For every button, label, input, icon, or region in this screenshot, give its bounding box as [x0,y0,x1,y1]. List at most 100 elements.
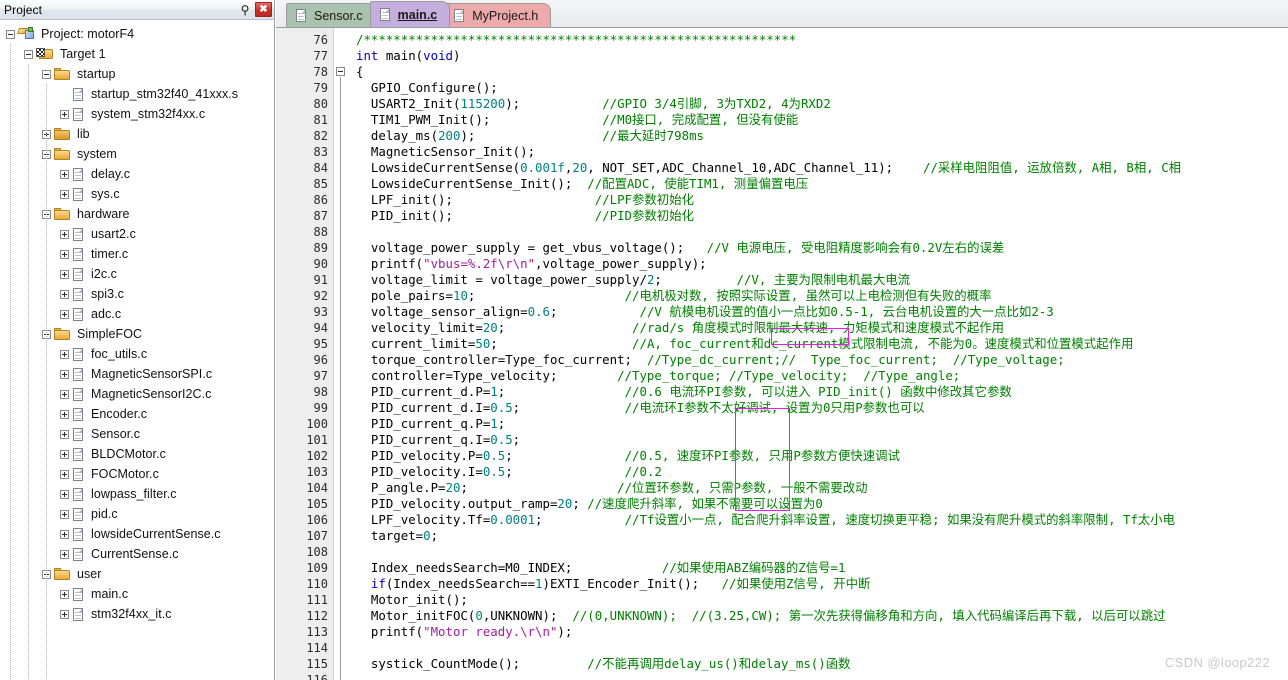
code-fold-column[interactable] [334,28,350,680]
fold-cell [334,240,350,256]
expand-icon[interactable] [60,589,69,599]
code-token: ; [430,528,439,543]
tree-node[interactable]: pid.c [0,504,274,524]
editor-tab[interactable]: Sensor.c [286,3,376,27]
code-token: LowsideCurrentSense( [356,160,521,175]
expand-icon[interactable] [60,169,69,179]
code-token: ); [460,128,603,143]
tree-node[interactable]: lowpass_filter.c [0,484,274,504]
tree-node[interactable]: lowsideCurrentSense.c [0,524,274,544]
expand-icon[interactable] [60,449,69,459]
line-number: 108 [306,545,328,559]
expand-icon[interactable] [60,549,69,559]
expand-icon[interactable] [60,389,69,399]
tree-node[interactable]: startup [0,64,274,84]
tree-node[interactable]: spi3.c [0,284,274,304]
expand-icon[interactable] [60,609,69,619]
code-editor[interactable]: 76 77 78 79 80 81 82 83 84 85 86 87 88 89 90 91 92 93 94 95… [276,28,1288,680]
tree-node[interactable]: delay.c [0,164,274,184]
code-token: 20 [557,496,573,511]
tree-node[interactable]: MagneticSensorSPI.c [0,364,274,384]
tree-node[interactable]: CurrentSense.c [0,544,274,564]
tree-node[interactable]: Project: motorF4 [0,24,274,44]
code-line: current_limit=50; //A, foc_current和dc_cu… [356,336,1288,352]
expand-icon[interactable] [60,529,69,539]
line-number: 101 [306,433,328,447]
tree-node[interactable]: system [0,144,274,164]
tree-node-label: Target 1 [60,47,106,61]
tree-node[interactable]: hardware [0,204,274,224]
collapse-icon[interactable] [6,29,15,39]
tree-node[interactable]: main.c [0,584,274,604]
file-icon [72,607,85,622]
file-icon [72,187,85,202]
tree-node[interactable]: MagneticSensorI2C.c [0,384,274,404]
code-token: )EXTI_Encoder_Init(); [542,576,722,591]
code-token: systick_CountMode(); [356,656,588,671]
tree-node-label: Encoder.c [91,407,148,421]
code-token: //配置ADC, 使能TIM1, 测量偏置电压 [587,176,809,191]
tree-node[interactable]: SimpleFOC [0,324,274,344]
collapse-icon[interactable] [42,69,51,79]
expand-icon[interactable] [60,429,69,439]
code-token: //V 航模电机设置的值小一点比如0.5-1, 云台电机设置的大一点比如2-3 [639,304,1054,319]
expand-icon[interactable] [60,249,69,259]
expand-icon[interactable] [60,489,69,499]
pin-icon[interactable]: ⚲ [236,2,254,18]
tree-node[interactable]: user [0,564,274,584]
tree-node-label: adc.c [91,307,122,321]
tree-node[interactable]: system_stm32f4xx.c [0,104,274,124]
code-token: printf( [356,624,424,639]
expand-icon[interactable] [60,369,69,379]
collapse-icon[interactable] [24,49,33,59]
tree-node[interactable]: Encoder.c [0,404,274,424]
tree-node[interactable]: stm32f4xx_it.c [0,604,274,624]
code-token: ; [490,336,633,351]
fold-cell [334,384,350,400]
fold-cell [334,576,350,592]
tree-node[interactable]: FOCMotor.c [0,464,274,484]
tree-node[interactable]: BLDCMotor.c [0,444,274,464]
line-number: 114 [306,641,328,655]
tree-node[interactable]: sys.c [0,184,274,204]
expand-icon[interactable] [60,509,69,519]
code-token: ; [512,432,521,447]
fold-cell [334,416,350,432]
code-token: LPF_init(); [356,192,595,207]
code-token: main( [385,48,424,63]
tree-node[interactable]: lib [0,124,274,144]
expand-icon[interactable] [60,289,69,299]
tree-node[interactable]: foc_utils.c [0,344,274,364]
tree-node[interactable]: Sensor.c [0,424,274,444]
expand-icon[interactable] [60,409,69,419]
fold-cell [334,32,350,48]
tree-node-label: foc_utils.c [91,347,148,361]
close-icon[interactable]: ✖ [255,2,272,17]
fold-toggle-icon[interactable] [336,67,345,76]
code-text[interactable]: /***************************************… [350,28,1288,680]
expand-icon[interactable] [60,189,69,199]
expand-icon[interactable] [60,269,69,279]
tree-node[interactable]: adc.c [0,304,274,324]
tree-node[interactable]: startup_stm32f40_41xxx.s [0,84,274,104]
tree-node[interactable]: Target 1 [0,44,274,64]
expand-icon[interactable] [60,469,69,479]
editor-tab[interactable]: main.c [369,1,451,27]
editor-tab[interactable]: MyProject.h [444,3,552,27]
tree-node[interactable]: i2c.c [0,264,274,284]
code-line: printf("vbus=%.2f\r\n",voltage_power_sup… [356,256,1288,272]
project-tree[interactable]: Project: motorF4 Target 1 startup startup_s… [0,20,274,680]
expand-icon[interactable] [60,349,69,359]
expand-icon[interactable] [60,229,69,239]
code-token: PID_init(); [356,208,595,223]
line-number: 84 [313,161,328,175]
expand-icon[interactable] [60,309,69,319]
tree-node[interactable]: usart2.c [0,224,274,244]
fold-guide-line [340,77,341,680]
tree-node-label: sys.c [91,187,120,201]
tree-node-label: MagneticSensorI2C.c [91,387,212,401]
code-token: //位置环参数, 只需P参数, 一般不需要改动 [617,480,868,495]
tree-node[interactable]: timer.c [0,244,274,264]
expand-icon[interactable] [60,109,69,119]
